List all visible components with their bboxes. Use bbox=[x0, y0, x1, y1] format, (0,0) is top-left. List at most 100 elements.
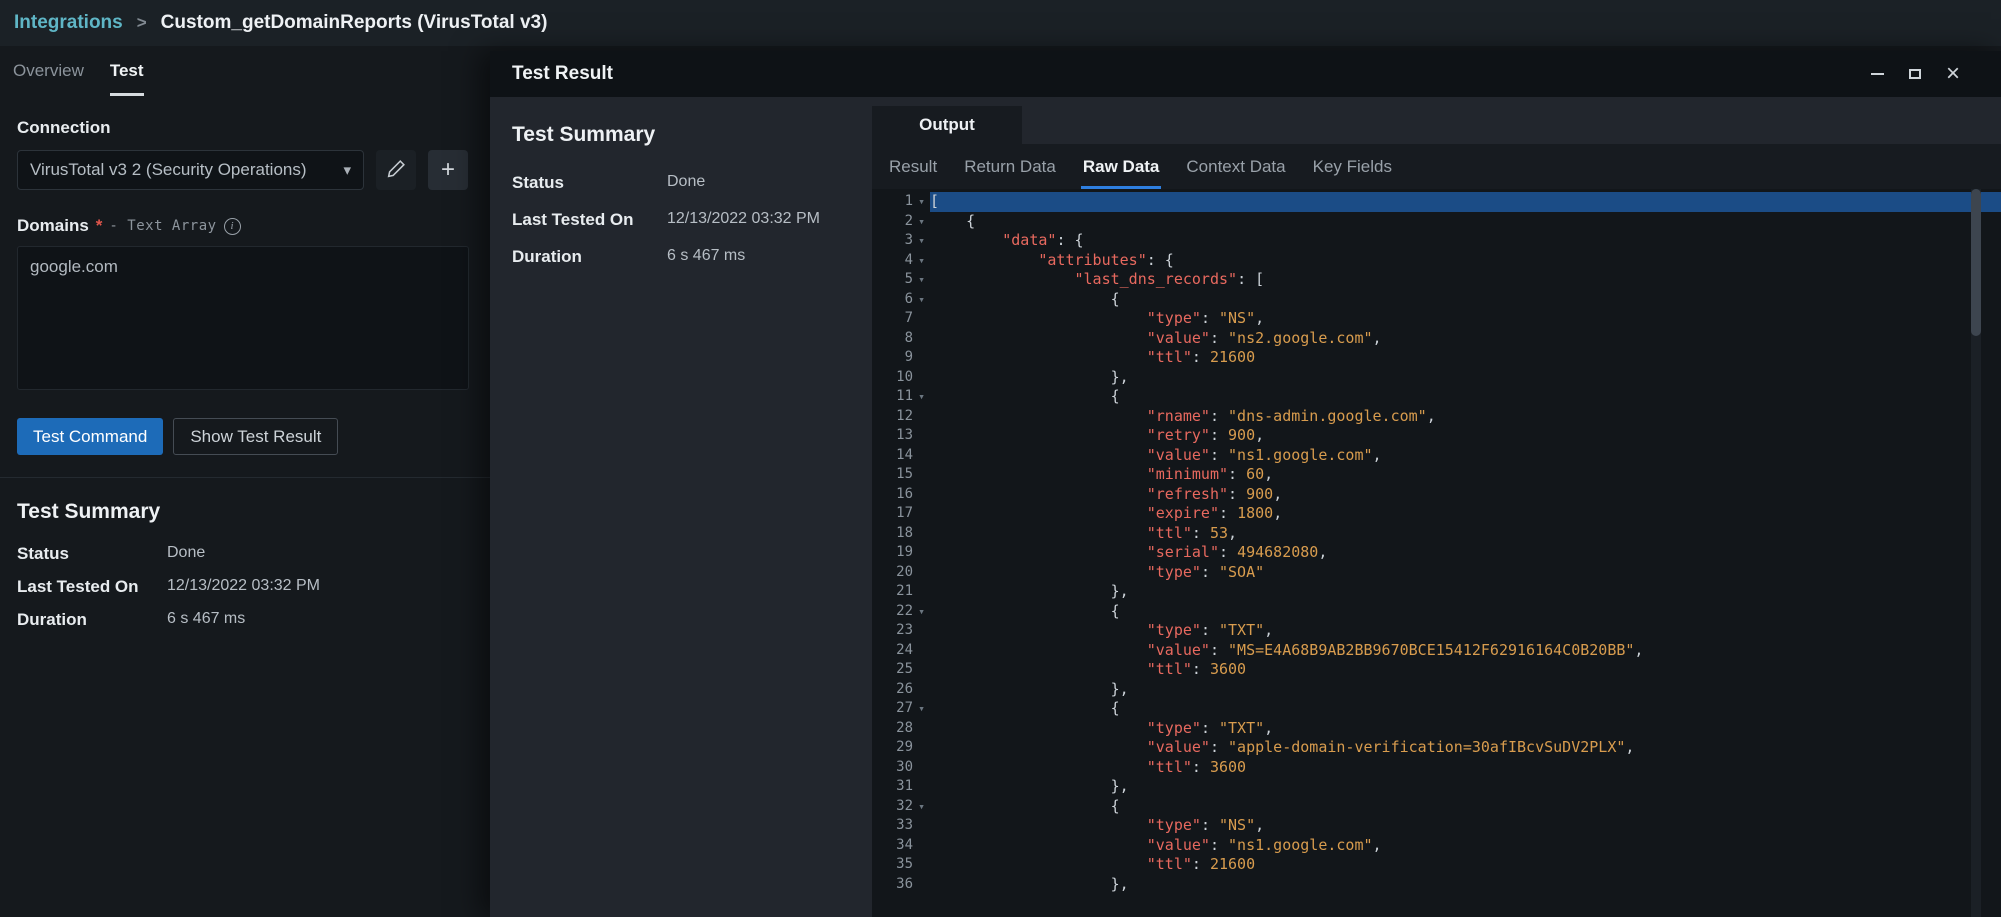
code-line[interactable]: "rname": "dns-admin.google.com", bbox=[930, 407, 2001, 427]
code-line[interactable]: "value": "ns1.google.com", bbox=[930, 836, 2001, 856]
code-line[interactable]: [ bbox=[930, 192, 2001, 212]
tab-raw-data[interactable]: Raw Data bbox=[1081, 144, 1162, 189]
code-line[interactable]: "ttl": 53, bbox=[930, 524, 2001, 544]
tab-key-fields[interactable]: Key Fields bbox=[1311, 144, 1394, 189]
code-line[interactable]: "refresh": 900, bbox=[930, 485, 2001, 505]
code-line[interactable]: "type": "NS", bbox=[930, 816, 2001, 836]
gutter-line[interactable]: 7 bbox=[872, 309, 930, 329]
code-line[interactable]: "value": "apple-domain-verification=30af… bbox=[930, 738, 2001, 758]
gutter-line[interactable]: 20 bbox=[872, 563, 930, 583]
code-line[interactable]: "data": { bbox=[930, 231, 2001, 251]
gutter-line[interactable]: 25 bbox=[872, 660, 930, 680]
code-line[interactable]: "type": "NS", bbox=[930, 309, 2001, 329]
code-line[interactable]: }, bbox=[930, 777, 2001, 797]
gutter-line[interactable]: 18 bbox=[872, 524, 930, 544]
code-line[interactable]: "expire": 1800, bbox=[930, 504, 2001, 524]
fold-arrow-icon[interactable]: ▾ bbox=[913, 192, 930, 212]
maximize-button[interactable] bbox=[1901, 60, 1929, 88]
code-line[interactable]: "type": "TXT", bbox=[930, 621, 2001, 641]
code-line[interactable]: "type": "SOA" bbox=[930, 563, 2001, 583]
code-line[interactable]: { bbox=[930, 290, 2001, 310]
code-line[interactable]: "value": "ns2.google.com", bbox=[930, 329, 2001, 349]
add-connection-button[interactable]: + bbox=[428, 150, 468, 190]
info-icon[interactable]: i bbox=[224, 218, 241, 235]
close-button[interactable]: × bbox=[1939, 60, 1967, 88]
gutter-line[interactable]: 22▾ bbox=[872, 602, 930, 622]
gutter-line[interactable]: 11▾ bbox=[872, 387, 930, 407]
gutter-line[interactable]: 26 bbox=[872, 680, 930, 700]
gutter-line[interactable]: 21 bbox=[872, 582, 930, 602]
gutter-line[interactable]: 14 bbox=[872, 446, 930, 466]
connection-dropdown[interactable]: VirusTotal v3 2 (Security Operations) ▾ bbox=[17, 150, 364, 190]
code-line[interactable]: "ttl": 21600 bbox=[930, 855, 2001, 875]
code-line[interactable]: }, bbox=[930, 582, 2001, 602]
tab-context-data[interactable]: Context Data bbox=[1184, 144, 1287, 189]
gutter-line[interactable]: 13 bbox=[872, 426, 930, 446]
gutter-line[interactable]: 3▾ bbox=[872, 231, 930, 251]
code-line[interactable]: { bbox=[930, 602, 2001, 622]
domains-input[interactable]: google.com bbox=[17, 246, 469, 390]
code-line[interactable]: "ttl": 3600 bbox=[930, 660, 2001, 680]
tab-return-data[interactable]: Return Data bbox=[962, 144, 1058, 189]
code-line[interactable]: }, bbox=[930, 368, 2001, 388]
code-line[interactable]: }, bbox=[930, 875, 2001, 895]
gutter-line[interactable]: 1▾ bbox=[872, 192, 930, 212]
gutter-line[interactable]: 8 bbox=[872, 329, 930, 349]
gutter-line[interactable]: 34 bbox=[872, 836, 930, 856]
code-line[interactable]: "value": "MS=E4A68B9AB2BB9670BCE15412F62… bbox=[930, 641, 2001, 661]
fold-arrow-icon[interactable]: ▾ bbox=[913, 602, 930, 622]
gutter-line[interactable]: 19 bbox=[872, 543, 930, 563]
code-line[interactable]: { bbox=[930, 699, 2001, 719]
code-line[interactable]: "value": "ns1.google.com", bbox=[930, 446, 2001, 466]
code-line[interactable]: { bbox=[930, 212, 2001, 232]
gutter-line[interactable]: 36 bbox=[872, 875, 930, 895]
gutter-line[interactable]: 4▾ bbox=[872, 251, 930, 271]
fold-arrow-icon[interactable]: ▾ bbox=[913, 797, 930, 817]
editor-scrollbar[interactable] bbox=[1971, 189, 1981, 917]
breadcrumb-integrations-link[interactable]: Integrations bbox=[14, 12, 123, 34]
gutter-line[interactable]: 32▾ bbox=[872, 797, 930, 817]
gutter-line[interactable]: 23 bbox=[872, 621, 930, 641]
show-test-result-button[interactable]: Show Test Result bbox=[173, 418, 338, 455]
code-line[interactable]: "ttl": 3600 bbox=[930, 758, 2001, 778]
gutter-line[interactable]: 10 bbox=[872, 368, 930, 388]
gutter-line[interactable]: 12 bbox=[872, 407, 930, 427]
gutter-line[interactable]: 29 bbox=[872, 738, 930, 758]
scrollbar-thumb[interactable] bbox=[1971, 189, 1981, 336]
gutter-line[interactable]: 15 bbox=[872, 465, 930, 485]
gutter-line[interactable]: 16 bbox=[872, 485, 930, 505]
gutter-line[interactable]: 17 bbox=[872, 504, 930, 524]
raw-data-code-editor[interactable]: 1▾2▾3▾4▾5▾6▾7891011▾12131415161718192021… bbox=[872, 189, 2001, 917]
tab-test[interactable]: Test bbox=[110, 46, 144, 96]
gutter-line[interactable]: 27▾ bbox=[872, 699, 930, 719]
fold-arrow-icon[interactable]: ▾ bbox=[913, 212, 930, 232]
modal-title-bar[interactable]: Test Result × bbox=[490, 51, 2001, 97]
code-line[interactable]: "last_dns_records": [ bbox=[930, 270, 2001, 290]
fold-arrow-icon[interactable]: ▾ bbox=[913, 270, 930, 290]
edit-connection-button[interactable] bbox=[376, 150, 416, 190]
tab-output[interactable]: Output bbox=[872, 106, 1022, 144]
code-line[interactable]: }, bbox=[930, 680, 2001, 700]
fold-arrow-icon[interactable]: ▾ bbox=[913, 699, 930, 719]
fold-arrow-icon[interactable]: ▾ bbox=[913, 387, 930, 407]
gutter-line[interactable]: 6▾ bbox=[872, 290, 930, 310]
gutter-line[interactable]: 5▾ bbox=[872, 270, 930, 290]
tab-overview[interactable]: Overview bbox=[13, 46, 84, 96]
code-line[interactable]: { bbox=[930, 387, 2001, 407]
test-command-button[interactable]: Test Command bbox=[17, 418, 163, 455]
gutter-line[interactable]: 9 bbox=[872, 348, 930, 368]
code-line[interactable]: "minimum": 60, bbox=[930, 465, 2001, 485]
gutter-line[interactable]: 2▾ bbox=[872, 212, 930, 232]
gutter-line[interactable]: 30 bbox=[872, 758, 930, 778]
code-line[interactable]: "type": "TXT", bbox=[930, 719, 2001, 739]
fold-arrow-icon[interactable]: ▾ bbox=[913, 231, 930, 251]
minimize-button[interactable] bbox=[1863, 60, 1891, 88]
gutter-line[interactable]: 31 bbox=[872, 777, 930, 797]
code-line[interactable]: { bbox=[930, 797, 2001, 817]
gutter-line[interactable]: 28 bbox=[872, 719, 930, 739]
gutter-line[interactable]: 33 bbox=[872, 816, 930, 836]
tab-result[interactable]: Result bbox=[887, 144, 939, 189]
code-line[interactable]: "retry": 900, bbox=[930, 426, 2001, 446]
gutter-line[interactable]: 35 bbox=[872, 855, 930, 875]
code-line[interactable]: "attributes": { bbox=[930, 251, 2001, 271]
